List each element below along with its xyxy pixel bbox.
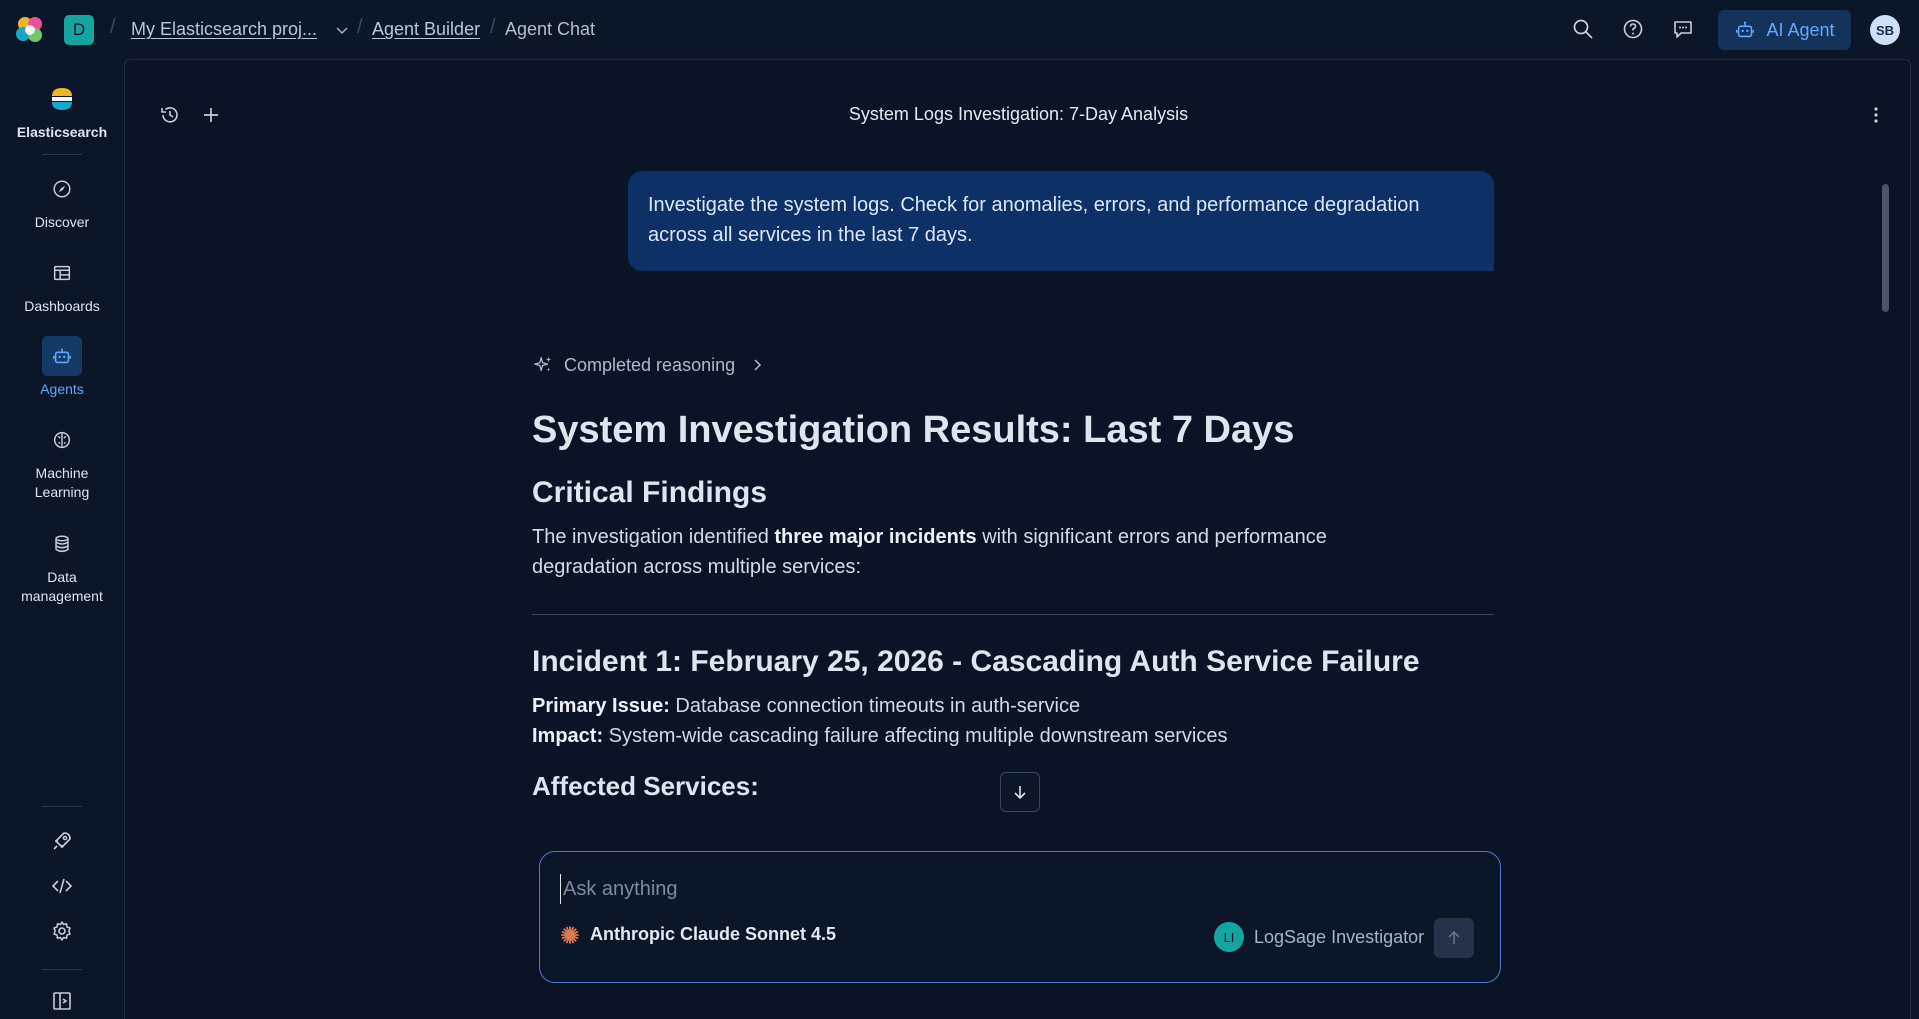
side-navigation: Elasticsearch Discover Dashboards Agents…	[0, 59, 124, 1019]
reasoning-toggle[interactable]: Completed reasoning	[532, 354, 765, 376]
nav-divider	[42, 806, 82, 807]
breadcrumb-separator: /	[490, 16, 496, 38]
section-divider	[532, 614, 1494, 615]
brain-icon	[42, 420, 82, 460]
anthropic-starburst-icon	[561, 925, 579, 944]
sidebar-item-label: Data management	[21, 569, 103, 604]
elasticsearch-logo-icon	[42, 79, 82, 119]
agent-chat-panel: System Logs Investigation: 7-Day Analysi…	[124, 59, 1911, 1019]
agent-selector[interactable]: LI LogSage Investigator	[1214, 922, 1424, 952]
sidebar-item-label: Agents	[40, 381, 84, 397]
findings-intro: The investigation identified three major…	[532, 526, 1327, 578]
arrow-up-icon	[1448, 930, 1460, 944]
panel-toggle-icon[interactable]	[50, 989, 74, 1013]
sidebar-item-label: Discover	[34, 214, 90, 230]
robot-icon	[1736, 21, 1755, 38]
database-icon	[42, 524, 82, 564]
compass-icon	[42, 169, 82, 209]
sidebar-item-dashboards[interactable]: Dashboards	[0, 253, 124, 316]
chevron-down-icon[interactable]	[334, 22, 350, 38]
gear-icon[interactable]	[50, 919, 74, 943]
scroll-to-bottom-button[interactable]	[1000, 772, 1040, 812]
elastic-logo-icon[interactable]	[14, 14, 46, 46]
nav-divider	[42, 154, 82, 155]
sparkles-icon	[534, 356, 552, 372]
response-heading: System Investigation Results: Last 7 Day…	[532, 409, 1295, 451]
breadcrumb-separator: /	[110, 16, 116, 38]
critical-findings-heading: Critical Findings	[532, 476, 768, 509]
rocket-icon[interactable]	[50, 829, 74, 853]
chat-input[interactable]	[560, 874, 1460, 904]
sidebar-brand-elasticsearch[interactable]: Elasticsearch	[0, 79, 124, 142]
sidebar-brand-label: Elasticsearch	[16, 124, 108, 140]
breadcrumb-separator: /	[357, 16, 363, 38]
primary-issue-line: Primary Issue: Database connection timeo…	[532, 695, 1081, 717]
sidebar-item-agents[interactable]: Agents	[0, 336, 124, 399]
send-button[interactable]	[1434, 918, 1474, 958]
sidebar-item-data-management[interactable]: Data management	[0, 524, 124, 606]
feedback-chat-icon[interactable]	[1671, 17, 1695, 41]
top-header: D / My Elasticsearch proj... / Agent Bui…	[0, 0, 1919, 59]
sidebar-item-machine-learning[interactable]: Machine Learning	[0, 420, 124, 502]
arrow-down-icon	[1014, 786, 1026, 800]
breadcrumb-agent-chat: Agent Chat	[505, 19, 596, 39]
help-icon[interactable]	[1621, 17, 1645, 41]
incident-1-heading: Incident 1: February 25, 2026 - Cascadin…	[532, 645, 1420, 678]
code-icon[interactable]	[50, 874, 74, 898]
agent-avatar: LI	[1214, 922, 1244, 952]
sidebar-item-label: Dashboards	[24, 298, 100, 314]
user-avatar[interactable]: SB	[1870, 15, 1900, 45]
sidebar-item-discover[interactable]: Discover	[0, 169, 124, 232]
breadcrumb-project[interactable]: My Elasticsearch proj...	[131, 19, 317, 40]
dashboard-icon	[42, 253, 82, 293]
incident-count-emphasis: three major incidents	[774, 526, 977, 548]
conversation-title: System Logs Investigation: 7-Day Analysi…	[848, 104, 1189, 124]
breadcrumb-agent-builder[interactable]: Agent Builder	[372, 19, 480, 40]
more-options-icon[interactable]	[1864, 103, 1888, 127]
agent-name: LogSage Investigator	[1254, 926, 1425, 947]
nav-divider	[42, 969, 82, 970]
robot-icon	[42, 336, 82, 376]
message-composer: Anthropic Claude Sonnet 4.5 LI LogSage I…	[539, 851, 1501, 983]
chevron-right-icon	[754, 359, 762, 371]
ai-agent-button[interactable]: AI Agent	[1718, 10, 1851, 50]
ai-agent-label: AI Agent	[1766, 19, 1835, 40]
search-icon[interactable]	[1571, 17, 1595, 41]
scrollbar-thumb[interactable]	[1882, 184, 1889, 312]
impact-line: Impact: System-wide cascading failure af…	[532, 725, 1228, 747]
agent-response: System Investigation Results: Last 7 Day…	[532, 408, 1494, 804]
space-badge[interactable]: D	[64, 15, 94, 45]
reasoning-label: Completed reasoning	[564, 354, 736, 375]
sidebar-item-label: Machine Learning	[34, 465, 90, 500]
user-message: Investigate the system logs. Check for a…	[628, 171, 1494, 271]
model-name: Anthropic Claude Sonnet 4.5	[590, 924, 837, 944]
model-selector[interactable]: Anthropic Claude Sonnet 4.5	[560, 924, 836, 945]
